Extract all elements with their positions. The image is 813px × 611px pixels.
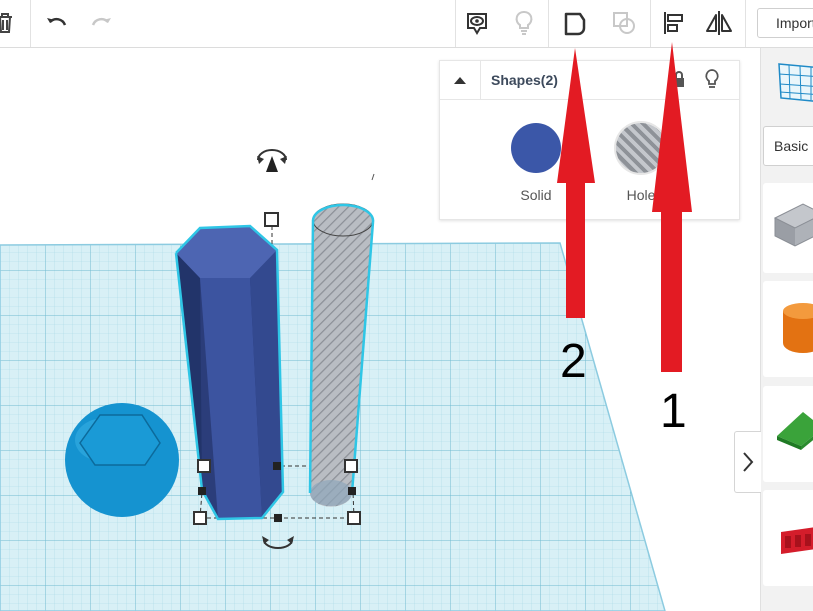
ungroup-icon[interactable] [605, 4, 643, 42]
toolbar-divider [455, 0, 456, 47]
panel-header: Shapes(2) [440, 61, 739, 100]
panel-title: Shapes(2) [491, 72, 558, 88]
sphere-shape[interactable] [65, 403, 179, 517]
text-shape-tile[interactable] [763, 490, 813, 586]
toolbar: Import [0, 0, 813, 48]
import-button[interactable]: Import [757, 8, 813, 38]
align-icon[interactable] [654, 4, 692, 42]
mirror-icon[interactable] [700, 4, 738, 42]
box-hole-shape-tile[interactable] [763, 183, 813, 273]
lock-icon[interactable] [672, 70, 686, 93]
chevron-right-icon [743, 452, 754, 472]
solid-swatch[interactable] [511, 123, 561, 173]
annotation-label-1: 1 [660, 385, 687, 438]
trash-icon[interactable] [0, 4, 24, 42]
cylinder-shape-tile[interactable] [763, 281, 813, 377]
toolbar-divider [745, 0, 746, 47]
shape-inspector-panel: Shapes(2) Solid Hole [439, 60, 740, 220]
expand-sidebar-button[interactable] [734, 431, 761, 493]
show-all-icon[interactable] [458, 4, 496, 42]
hole-label: Hole [626, 187, 656, 203]
toolbar-divider [650, 0, 651, 47]
chevron-up-icon [454, 77, 466, 84]
roof-shape-tile[interactable] [763, 386, 813, 482]
hole-swatch[interactable] [616, 123, 666, 173]
solid-option[interactable]: Solid [506, 123, 566, 203]
workplane-tool-icon[interactable] [775, 60, 813, 111]
hole-option[interactable]: Hole [611, 123, 671, 203]
visibility-bulb-icon[interactable] [704, 69, 720, 94]
solid-label: Solid [520, 187, 552, 203]
group-icon[interactable] [556, 4, 594, 42]
redo-icon[interactable] [83, 4, 121, 42]
collapse-panel-button[interactable] [440, 61, 481, 99]
toolbar-divider [30, 0, 31, 47]
light-bulb-icon[interactable] [505, 4, 543, 42]
cursor-mark [371, 173, 375, 181]
annotation-label-2: 2 [560, 335, 587, 388]
rotate-handle-top-icon[interactable] [257, 149, 287, 172]
shape-category-select[interactable]: Basic [763, 126, 813, 166]
undo-icon[interactable] [37, 4, 75, 42]
toolbar-divider [548, 0, 549, 47]
shapes-library-sidebar: Basic [760, 48, 813, 611]
